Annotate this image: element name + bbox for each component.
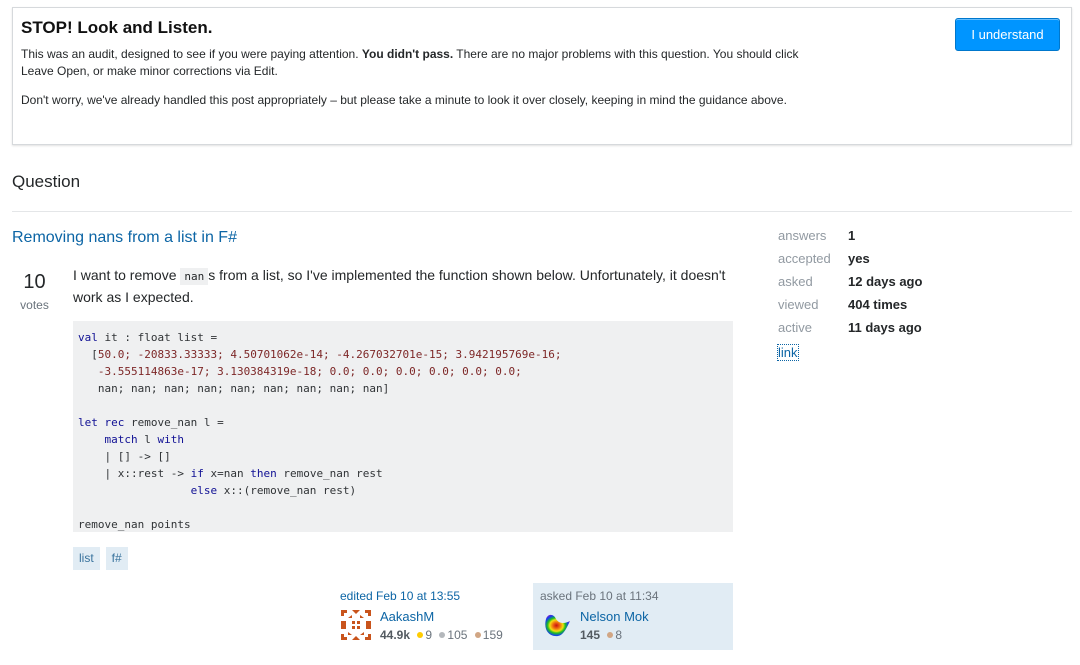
code-text: it : float list = [97,331,218,344]
stats-row: accepted yes [778,247,922,270]
code-literal: -3.555114863e-17; 3.130384319e-18; 0.0; … [78,365,522,378]
code-literal: 50.0; -20833.33333; 4.50701062e-14; -4.2… [97,348,562,361]
vote-count: 10 [23,271,46,293]
code-keyword: match [104,433,138,446]
code-block: val it : float list = [50.0; -20833.3333… [73,321,733,532]
question-body: I want to remove nan s from a list, so I'… [73,265,733,532]
bronze-badge-icon [607,632,614,639]
stats-value: 11 days ago [848,320,922,335]
tag-fsharp[interactable]: f# [105,547,128,570]
code-keyword: then [250,467,277,480]
code-text: [ [78,348,98,361]
owner-reputation: 145 8 [580,627,649,643]
stats-key: active [778,320,812,335]
owner-avatar[interactable] [540,609,572,641]
question-stats: answers 1 accepted yes asked 12 days ago vi… [777,224,922,361]
tag-list-item[interactable]: list [73,547,100,570]
audit-fail-text: You didn't pass. [361,47,454,61]
reputation-score: 145 [580,628,601,642]
editor-user: AakashM 44.9k 9 105 159 [340,609,526,643]
vote-count-box: 10 votes [12,270,57,312]
stats-row: active 11 days ago [778,316,922,339]
section-title: Question [12,172,81,191]
code-text: | [] -> [] [78,450,171,463]
editor-reputation: 44.9k 9 105 159 [380,627,503,643]
code-text: | x::rest -> [78,467,191,480]
code-keyword: else [190,484,218,497]
code-keyword: with [157,433,185,446]
editor-avatar[interactable] [340,609,372,641]
owner-signature: asked Feb 10 at 11:34 Nelson Mok 145 8 [533,583,733,650]
stats-row: viewed 404 times [778,293,922,316]
stats-value: 404 times [848,297,908,312]
stats-key: accepted [778,251,831,266]
owner-user: Nelson Mok 145 8 [540,609,726,643]
code-keyword: let rec [78,416,125,429]
audit-message: This was an audit, designed to see if yo… [21,46,811,80]
code-text: remove_nan points [78,518,191,531]
gold-badge-icon [417,632,424,639]
edited-timestamp-link[interactable]: edited Feb 10 at 13:55 [340,589,526,604]
stats-value: 1 [848,228,856,243]
question-title-link[interactable]: Removing nans from a list in F# [12,229,237,247]
editor-name-link[interactable]: AakashM [380,609,503,625]
asked-timestamp: asked Feb 10 at 11:34 [540,589,659,603]
votes-label: votes [20,298,49,312]
share-link[interactable]: link [777,344,799,361]
stats-row: asked 12 days ago [778,270,922,293]
stats-table: answers 1 accepted yes asked 12 days ago vi… [778,224,922,339]
stats-key: asked [778,274,813,289]
question-text-part: I want to remove [73,267,181,283]
code-keyword: if [190,467,204,480]
gold-badge-count: 9 [425,628,433,642]
inline-code: nan [180,268,209,285]
audit-title: STOP! Look and Listen. [21,18,213,37]
bronze-badge-icon [474,632,481,639]
code-text: remove_nan l = [124,416,224,429]
code-text: nan; nan; nan; nan; nan; nan; nan; nan; … [78,382,390,395]
bronze-badge-count: 8 [615,628,623,642]
code-keyword: val [78,331,98,344]
stats-value: yes [848,251,870,266]
code-text: x=nan [203,467,251,480]
audit-banner: STOP! Look and Listen. This was an audit… [12,7,1072,145]
question-text: I want to remove nan s from a list, so I'… [73,265,733,307]
code-text: x::(remove_nan rest) [217,484,357,497]
stats-value: 12 days ago [848,274,923,289]
reputation-score: 44.9k [380,628,411,642]
divider [12,211,1072,212]
stats-key: answers [778,228,827,243]
stats-key: viewed [778,297,819,312]
tag-list: list f# [73,547,128,570]
bronze-badge-count: 159 [482,628,503,642]
stats-row: answers 1 [778,224,922,247]
audit-reassurance: Don't worry, we've already handled this … [21,93,787,107]
silver-badge-icon [439,632,446,639]
i-understand-button[interactable]: I understand [955,18,1060,51]
silver-badge-count: 105 [447,628,468,642]
audit-message-text: This was an audit, designed to see if yo… [21,47,362,61]
owner-name-link[interactable]: Nelson Mok [580,609,649,625]
editor-signature: edited Feb 10 at 13:55 AakashM 44.9k 9 1… [333,583,533,650]
code-text: remove_nan rest [276,467,383,480]
code-text: l [137,433,158,446]
